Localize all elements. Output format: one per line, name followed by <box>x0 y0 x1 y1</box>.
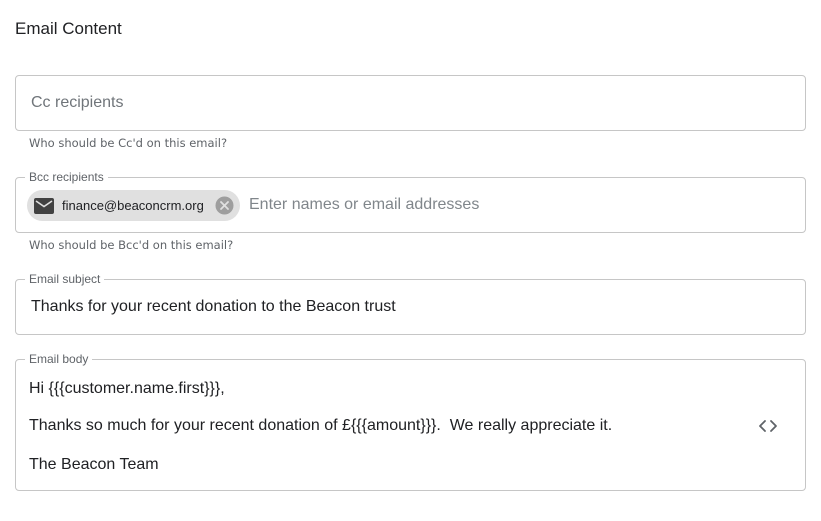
code-icon[interactable] <box>757 417 779 435</box>
cc-recipients-input[interactable] <box>29 76 789 130</box>
mail-icon <box>33 197 55 215</box>
cc-helper-text: Who should be Cc'd on this email? <box>29 136 228 150</box>
bcc-recipients-input[interactable] <box>247 178 787 232</box>
email-body-line[interactable]: The Beacon Team <box>29 456 159 474</box>
cc-recipients-field[interactable] <box>15 75 806 131</box>
email-body-line[interactable]: Thanks so much for your recent donation … <box>29 417 612 435</box>
section-title: Email Content <box>15 19 122 38</box>
email-subject-field[interactable]: Email subject <box>15 272 806 335</box>
bcc-recipients-label: Bcc recipients <box>25 170 108 184</box>
remove-chip-icon[interactable] <box>215 196 234 215</box>
email-body-label: Email body <box>25 352 93 366</box>
email-subject-input[interactable] <box>29 280 789 334</box>
email-body-field[interactable]: Email body Hi {{{customer.name.first}}},… <box>15 352 806 491</box>
recipient-chip-label: finance@beaconcrm.org <box>62 198 204 213</box>
recipient-chip[interactable]: finance@beaconcrm.org <box>27 190 240 221</box>
bcc-recipients-field[interactable]: Bcc recipients finance@beaconcrm.org <box>15 170 806 233</box>
email-body-line[interactable]: Hi {{{customer.name.first}}}, <box>29 380 225 398</box>
bcc-helper-text: Who should be Bcc'd on this email? <box>29 238 234 252</box>
